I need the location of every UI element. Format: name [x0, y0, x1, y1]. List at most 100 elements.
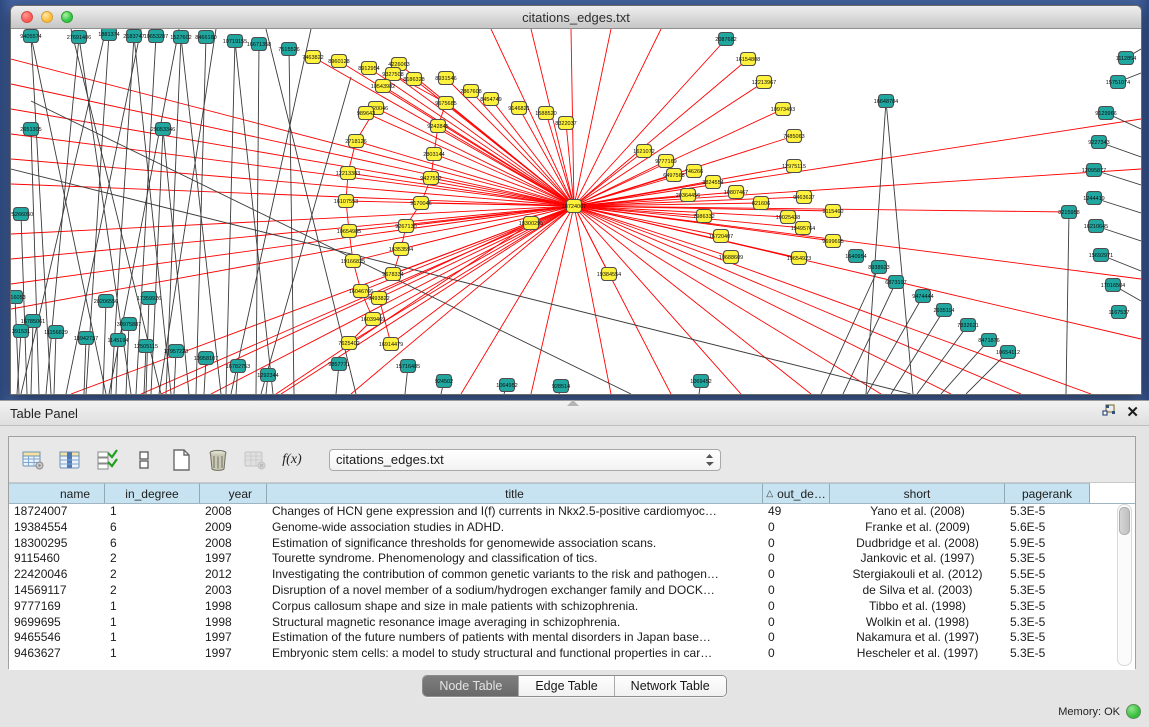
- minimize-window-button[interactable]: [41, 11, 53, 23]
- graph-node[interactable]: 12505115: [134, 340, 158, 353]
- graph-node[interactable]: 20206556: [94, 295, 118, 308]
- table-cell[interactable]: 5.6E-5: [1005, 520, 1090, 536]
- graph-node[interactable]: 391531: [12, 325, 30, 338]
- window-titlebar[interactable]: citations_edges.txt: [11, 6, 1141, 29]
- table-cell[interactable]: 14569117: [9, 583, 105, 599]
- graph-node[interactable]: 1588520: [535, 107, 556, 120]
- graph-node[interactable]: 1064952: [496, 379, 517, 392]
- graph-node[interactable]: 12213967: [752, 76, 776, 89]
- graph-edge[interactable]: [231, 29, 311, 394]
- graph-node[interactable]: 9777169: [655, 155, 676, 168]
- table-cell[interactable]: 2: [105, 583, 200, 599]
- create-table-icon[interactable]: [167, 445, 195, 475]
- graph-edge[interactable]: [574, 169, 1141, 206]
- table-cell[interactable]: Stergiakouli et al. (2012): [830, 567, 1005, 583]
- graph-node[interactable]: 746266: [685, 165, 703, 178]
- graph-node[interactable]: 10719155: [223, 35, 247, 48]
- panel-splitter[interactable]: [567, 400, 579, 406]
- graph-node[interactable]: 821606: [752, 197, 770, 210]
- tab-network-table[interactable]: Network Table: [615, 676, 726, 696]
- tab-edge-table[interactable]: Edge Table: [519, 676, 614, 696]
- table-cell[interactable]: 2: [105, 551, 200, 567]
- table-cell[interactable]: 5.3E-5: [1005, 630, 1090, 646]
- table-cell[interactable]: Franke et al. (2009): [830, 520, 1005, 536]
- graph-node[interactable]: 8938923: [868, 261, 889, 274]
- graph-node[interactable]: 15716485: [396, 360, 420, 373]
- graph-node[interactable]: 9146821: [508, 102, 529, 115]
- table-cell[interactable]: 0: [763, 551, 830, 567]
- table-cell[interactable]: 1: [105, 630, 200, 646]
- graph-node[interactable]: 8186328: [403, 73, 424, 86]
- table-cell[interactable]: 0: [763, 567, 830, 583]
- graph-edge[interactable]: [886, 101, 913, 394]
- graph-node[interactable]: 7832621: [957, 319, 978, 332]
- table-cell[interactable]: 1: [105, 646, 200, 662]
- table-cell[interactable]: 5.3E-5: [1005, 615, 1090, 631]
- delete-rows-icon[interactable]: [204, 445, 232, 475]
- table-cell[interactable]: 5.3E-5: [1005, 504, 1090, 520]
- table-row[interactable]: 1872400712008Changes of HCN gene express…: [9, 504, 1135, 520]
- table-cell[interactable]: Tourette syndrome. Phenomenology and cla…: [267, 551, 763, 567]
- graph-node[interactable]: 8466160: [195, 31, 216, 44]
- graph-node[interactable]: 10807467: [724, 186, 748, 199]
- graph-edge[interactable]: [574, 206, 611, 394]
- close-window-button[interactable]: [21, 11, 33, 23]
- graph-node[interactable]: 1069452: [690, 375, 711, 388]
- graph-node[interactable]: 16210645: [1084, 220, 1108, 233]
- graph-node[interactable]: 2718126: [345, 135, 366, 148]
- table-cell[interactable]: Estimation of significance thresholds fo…: [267, 536, 763, 552]
- graph-node[interactable]: 9129966: [1095, 107, 1116, 120]
- graph-edge[interactable]: [11, 169, 911, 394]
- graph-edge[interactable]: [574, 29, 661, 206]
- graph-node[interactable]: 16353594: [389, 243, 413, 256]
- graph-node[interactable]: 9242845: [427, 120, 448, 133]
- graph-node[interactable]: 9675685: [435, 97, 456, 110]
- graph-node[interactable]: 8960128: [328, 55, 349, 68]
- column-header-out_de[interactable]: △out_de…: [763, 483, 830, 503]
- graph-node[interactable]: 9327508: [382, 68, 403, 81]
- table-scrollbar[interactable]: [1117, 504, 1132, 666]
- network-canvas[interactable]: 18724007 18300295 19384554 7463822 89601…: [11, 29, 1141, 394]
- table-cell[interactable]: Wolkin et al. (1998): [830, 615, 1005, 631]
- table-cell[interactable]: 5.3E-5: [1005, 599, 1090, 615]
- table-cell[interactable]: Investigating the contribution of common…: [267, 567, 763, 583]
- table-cell[interactable]: 5.3E-5: [1005, 646, 1090, 662]
- table-cell[interactable]: Nakamura et al. (1997): [830, 630, 1005, 646]
- graph-node[interactable]: 10973493: [771, 103, 795, 116]
- graph-node[interactable]: 16671358: [247, 38, 271, 51]
- graph-edge[interactable]: [31, 101, 631, 394]
- graph-node[interactable]: 9857771: [328, 358, 349, 371]
- table-row[interactable]: 2242004622012Investigating the contribut…: [9, 567, 1135, 583]
- graph-node[interactable]: 9463627: [793, 191, 814, 204]
- table-cell[interactable]: 5.3E-5: [1005, 551, 1090, 567]
- table-cell[interactable]: 2: [105, 567, 200, 583]
- graph-node[interactable]: 15751074: [1106, 76, 1130, 89]
- scrollbar-thumb[interactable]: [1119, 507, 1130, 535]
- graph-node[interactable]: 9493822: [368, 292, 389, 305]
- graph-node[interactable]: 1292344: [257, 369, 278, 382]
- graph-node[interactable]: 2183747: [123, 30, 144, 43]
- graph-edge[interactable]: [103, 301, 106, 394]
- graph-edge[interactable]: [461, 206, 574, 394]
- graph-node[interactable]: 19654923: [787, 252, 811, 265]
- graph-node[interactable]: 2867608: [460, 85, 481, 98]
- column-header-title[interactable]: title: [267, 483, 763, 503]
- graph-node[interactable]: 1527602: [170, 31, 191, 44]
- function-builder-icon[interactable]: f(x): [278, 445, 306, 475]
- graph-node[interactable]: 16154808: [736, 53, 760, 66]
- graph-node[interactable]: 9115460: [822, 205, 843, 218]
- table-cell[interactable]: 2008: [200, 504, 267, 520]
- graph-node[interactable]: 9427552: [420, 172, 441, 185]
- zoom-window-button[interactable]: [61, 11, 73, 23]
- graph-node[interactable]: 10688609: [719, 251, 743, 264]
- graph-node[interactable]: 27691406: [67, 31, 91, 44]
- graph-node[interactable]: 16914479: [379, 338, 403, 351]
- column-header-pagerank[interactable]: pagerank: [1005, 483, 1090, 503]
- table-cell[interactable]: 1997: [200, 646, 267, 662]
- graph-edge[interactable]: [151, 129, 163, 394]
- table-cell[interactable]: 5.9E-5: [1005, 536, 1090, 552]
- table-selector-dropdown[interactable]: citations_edges.txt: [329, 449, 721, 471]
- table-cell[interactable]: 0: [763, 599, 830, 615]
- graph-node[interactable]: 8322037: [555, 117, 576, 130]
- table-cell[interactable]: Tibbo et al. (1998): [830, 599, 1005, 615]
